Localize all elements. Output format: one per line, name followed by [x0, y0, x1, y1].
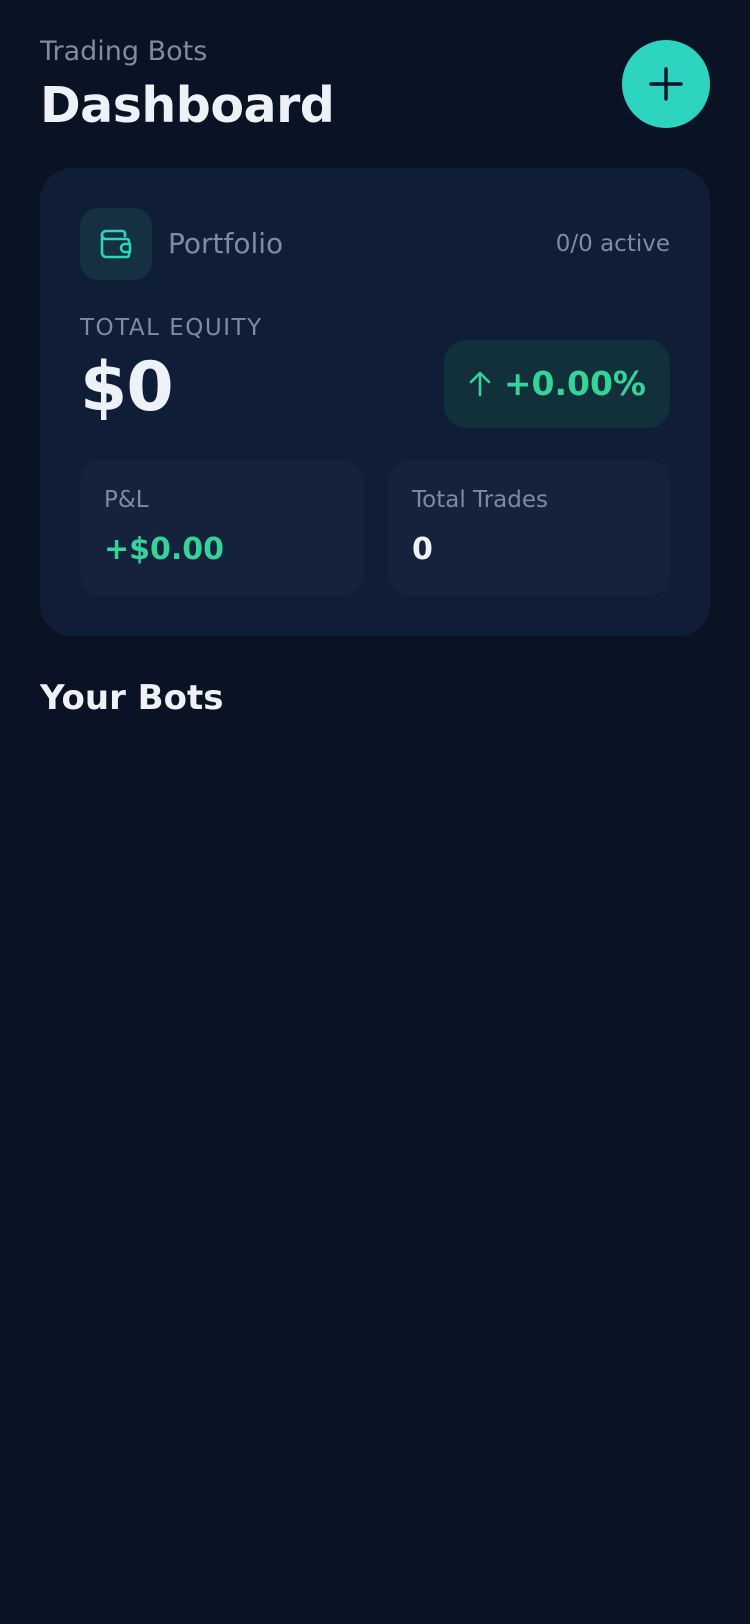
- total-trades-stat: Total Trades 0: [388, 460, 670, 596]
- equity-change-value: +0.00%: [503, 364, 646, 403]
- page-title: Dashboard: [40, 77, 335, 134]
- portfolio-card: Portfolio 0/0 active TOTAL EQUITY $0 +0.…: [40, 168, 710, 636]
- active-bots-count: 0/0 active: [555, 231, 670, 257]
- total-equity-label: TOTAL EQUITY: [80, 315, 263, 341]
- pnl-value: +$0.00: [104, 532, 225, 567]
- page-header: Trading Bots Dashboard: [40, 0, 710, 168]
- pnl-stat: P&L +$0.00: [80, 460, 364, 596]
- portfolio-icon-container: [80, 208, 152, 280]
- your-bots-heading: Your Bots: [40, 678, 224, 718]
- pnl-label: P&L: [104, 487, 149, 513]
- total-trades-label: Total Trades: [412, 487, 548, 513]
- add-bot-button[interactable]: [622, 40, 710, 128]
- total-trades-value: 0: [412, 532, 433, 567]
- portfolio-label: Portfolio: [168, 227, 284, 260]
- total-equity-value: $0: [80, 348, 174, 427]
- plus-icon: [649, 67, 683, 101]
- wallet-icon: [100, 229, 132, 259]
- arrow-up-icon: [469, 371, 491, 397]
- page-subtitle: Trading Bots: [40, 36, 208, 67]
- bots-list: [40, 750, 710, 790]
- dashboard-page: Trading Bots Dashboard Portfolio 0/0 act…: [0, 0, 750, 1624]
- equity-change-badge: +0.00%: [443, 340, 670, 428]
